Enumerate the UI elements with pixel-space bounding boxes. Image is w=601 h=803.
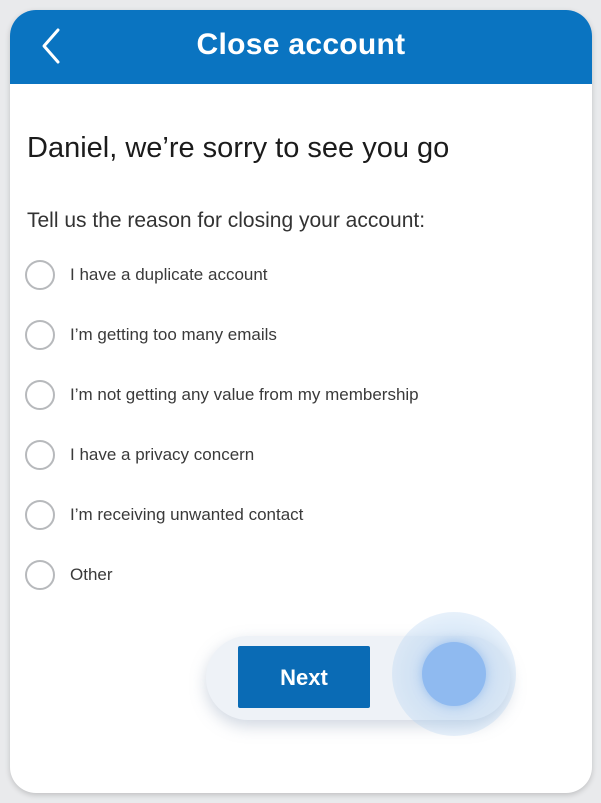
reason-option-unwanted-contact[interactable]: I’m receiving unwanted contact (25, 500, 525, 560)
reason-option-other[interactable]: Other (25, 560, 525, 620)
reason-option-label: I’m not getting any value from my member… (70, 385, 419, 404)
reason-option-label: Other (70, 565, 113, 584)
reason-option-no-value[interactable]: I’m not getting any value from my member… (25, 380, 525, 440)
reason-option-label: I’m receiving unwanted contact (70, 505, 304, 524)
radio-button[interactable] (25, 560, 55, 590)
radio-button[interactable] (25, 260, 55, 290)
header-bar: Close account (10, 10, 592, 84)
reason-option-label: I’m getting too many emails (70, 325, 277, 344)
reason-options: I have a duplicate account I’m getting t… (25, 260, 525, 620)
reason-option-label: I have a privacy concern (70, 445, 255, 464)
radio-button[interactable] (25, 440, 55, 470)
radio-button[interactable] (25, 320, 55, 350)
next-button-label: Next (280, 665, 328, 690)
reason-prompt: Tell us the reason for closing your acco… (27, 209, 426, 232)
reason-option-too-many-emails[interactable]: I’m getting too many emails (25, 320, 525, 380)
radio-button[interactable] (25, 500, 55, 530)
reason-option-label: I have a duplicate account (70, 265, 268, 284)
touch-indicator (422, 642, 486, 706)
page-title: Close account (196, 28, 406, 61)
next-button[interactable]: Next (238, 646, 370, 708)
reason-option-privacy-concern[interactable]: I have a privacy concern (25, 440, 525, 500)
reason-option-duplicate-account[interactable]: I have a duplicate account (25, 260, 525, 320)
close-account-card: Close account Daniel, we’re sorry to see… (10, 10, 592, 793)
radio-button[interactable] (25, 380, 55, 410)
headline: Daniel, we’re sorry to see you go (27, 132, 450, 164)
